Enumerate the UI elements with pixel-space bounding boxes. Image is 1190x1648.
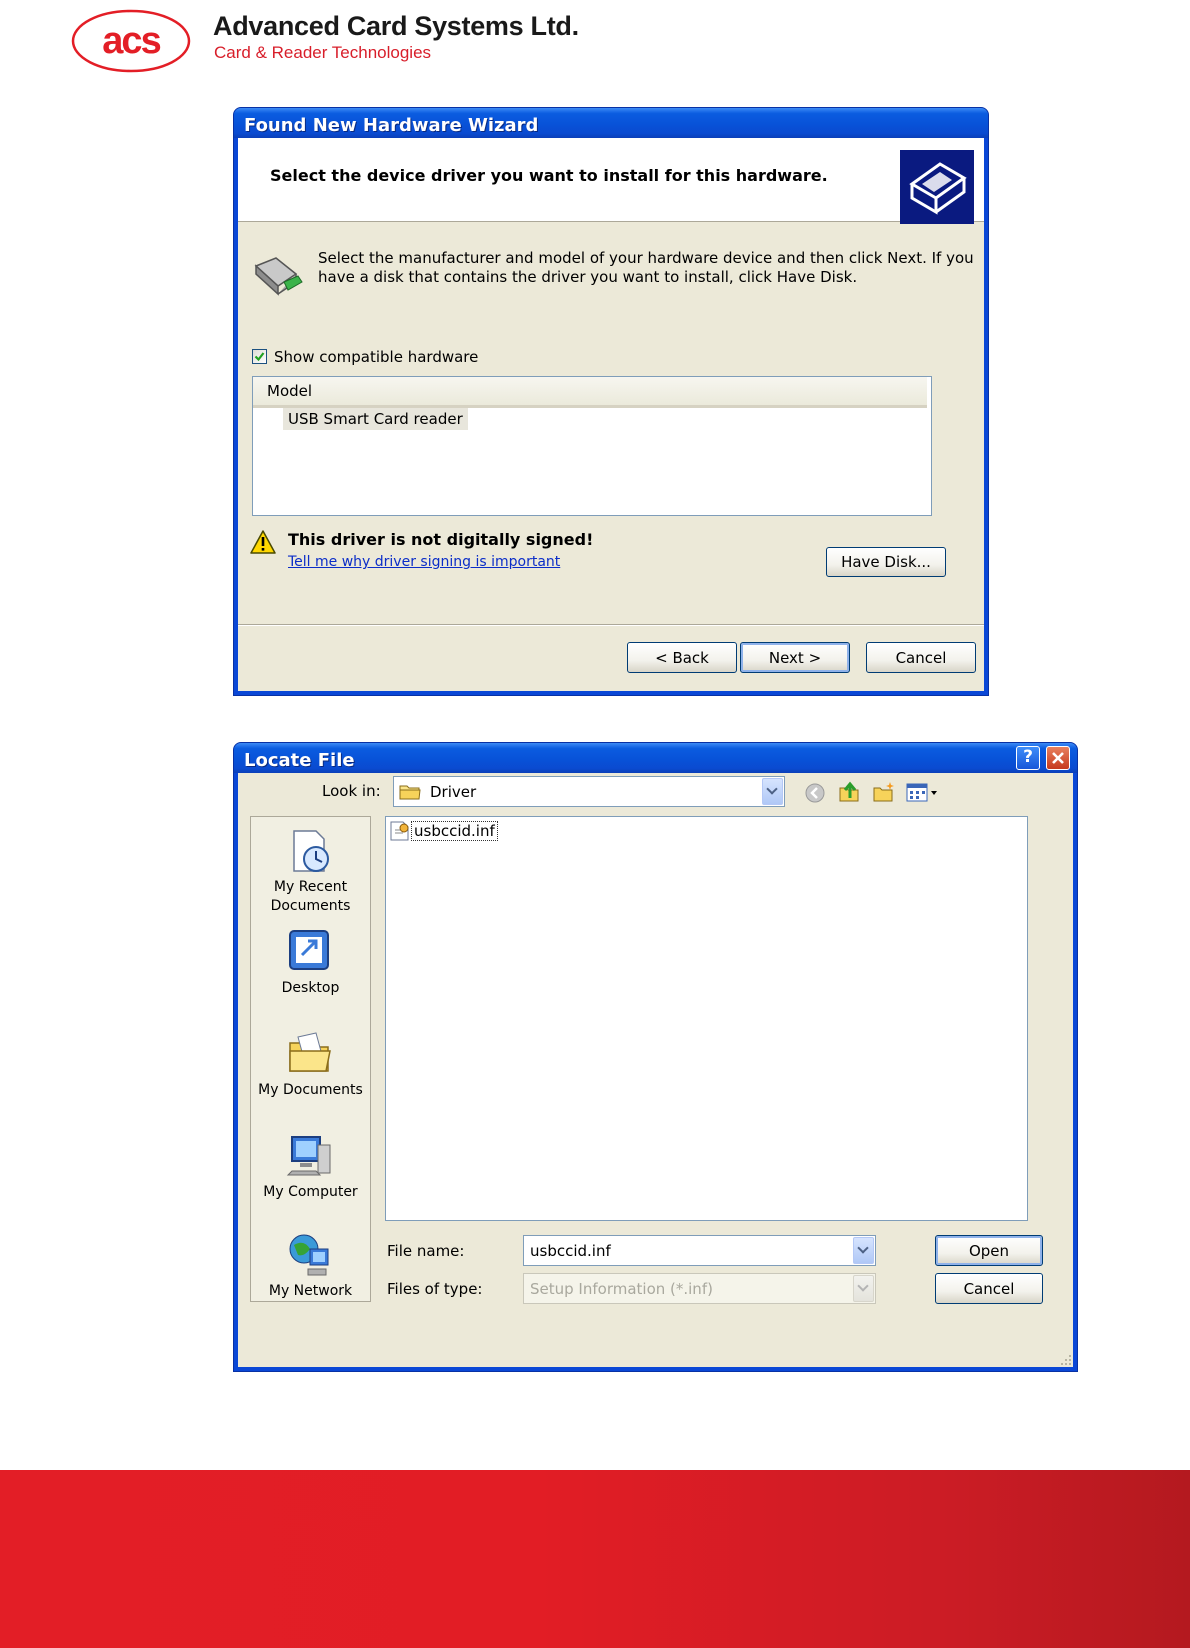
wizard-client-area: Select the device driver you want to ins… — [238, 138, 984, 691]
model-header-label: Model — [267, 382, 313, 400]
new-folder-icon[interactable] — [872, 780, 896, 804]
instruction-line-2: have a disk that contains the driver you… — [318, 268, 858, 286]
my-network-icon — [289, 1234, 329, 1276]
driver-signing-link[interactable]: Tell me why driver signing is important — [288, 554, 560, 570]
wizard-divider — [238, 624, 984, 626]
cancel-button[interactable]: Cancel — [866, 642, 976, 673]
instruction-line-1: Select the manufacturer and model of you… — [318, 249, 974, 267]
place-label-line-2: Documents — [270, 898, 351, 914]
place-desktop[interactable]: Desktop — [251, 925, 370, 1015]
next-button[interactable]: Next > — [740, 642, 850, 673]
company-name: Advanced Card Systems Ltd. — [213, 11, 579, 41]
place-label-line-1: My Network — [268, 1283, 353, 1299]
place-label-line-1: Desktop — [281, 980, 340, 996]
file-type-value: Setup Information (*.inf) — [530, 1280, 713, 1298]
places-bar: My Recent Documents Desktop My Documents… — [250, 816, 371, 1302]
file-type-dropdown-arrow — [853, 1275, 874, 1302]
locate-file-window: Locate File ? Look in: Driver My Recent … — [233, 742, 1078, 1372]
file-name-label: usbccid.inf — [411, 821, 498, 841]
wizard-title-bar[interactable]: Found New Hardware Wizard — [234, 108, 988, 138]
place-label-line-1: My Documents — [258, 1082, 363, 1098]
warning-text: This driver is not digitally signed! — [288, 530, 594, 549]
look-in-combo[interactable]: Driver — [393, 776, 785, 807]
views-menu-icon[interactable] — [906, 782, 940, 804]
found-new-hardware-wizard-window: Found New Hardware Wizard Select the dev… — [233, 107, 989, 696]
locate-title-bar[interactable]: Locate File ? — [234, 743, 1077, 773]
model-item-selected[interactable]: USB Smart Card reader — [283, 408, 468, 430]
recent-documents-icon — [293, 830, 329, 872]
help-icon: ? — [1023, 747, 1033, 767]
look-in-value: Driver — [430, 783, 477, 801]
resize-grip-icon[interactable] — [1058, 1352, 1072, 1366]
look-in-label: Look in: — [322, 782, 381, 800]
footer-band — [0, 1470, 1190, 1648]
company-tagline: Card & Reader Technologies — [214, 43, 432, 62]
up-folder-icon[interactable] — [838, 780, 862, 804]
help-button[interactable]: ? — [1016, 746, 1040, 770]
place-label-line-1: My Recent — [273, 879, 348, 895]
my-computer-icon — [286, 1136, 331, 1176]
svg-text:acs: acs — [102, 20, 160, 62]
checkbox-check-icon — [254, 352, 265, 362]
hardware-icon — [900, 150, 974, 224]
place-my-recent-documents[interactable]: My Recent Documents — [251, 823, 370, 919]
file-list[interactable]: usbccid.inf — [385, 816, 1028, 1221]
locate-title: Locate File — [244, 750, 355, 771]
model-column-header[interactable]: Model — [253, 377, 927, 408]
close-button[interactable] — [1046, 746, 1070, 770]
model-list[interactable]: Model USB Smart Card reader — [252, 376, 932, 516]
warning-icon — [250, 530, 276, 554]
locate-client-area: Look in: Driver My Recent Documents Desk… — [238, 773, 1073, 1367]
model-item-label: USB Smart Card reader — [288, 410, 463, 428]
card-reader-icon — [254, 257, 303, 296]
place-my-network[interactable]: My Network — [251, 1231, 370, 1301]
open-button[interactable]: Open — [935, 1235, 1043, 1266]
show-compatible-checkbox[interactable] — [252, 349, 267, 364]
wizard-title: Found New Hardware Wizard — [244, 115, 539, 136]
file-type-combo: Setup Information (*.inf) — [523, 1273, 876, 1304]
folder-icon — [399, 785, 421, 800]
my-documents-icon — [289, 1032, 331, 1072]
file-name-value: usbccid.inf — [530, 1242, 611, 1260]
file-name-label: File name: — [387, 1242, 465, 1260]
cancel-button[interactable]: Cancel — [935, 1273, 1043, 1304]
close-icon — [1052, 752, 1064, 764]
back-button[interactable]: < Back — [627, 642, 737, 673]
look-in-dropdown-arrow[interactable] — [762, 778, 783, 805]
have-disk-button[interactable]: Have Disk... — [826, 547, 946, 577]
desktop-icon — [289, 930, 329, 970]
file-name-combo[interactable]: usbccid.inf — [523, 1235, 876, 1266]
file-type-label: Files of type: — [387, 1280, 483, 1298]
file-name-dropdown-arrow[interactable] — [853, 1237, 874, 1264]
place-my-documents[interactable]: My Documents — [251, 1027, 370, 1117]
acs-logo: acs — [71, 9, 191, 73]
wizard-heading: Select the device driver you want to ins… — [270, 166, 828, 185]
show-compatible-label[interactable]: Show compatible hardware — [274, 348, 478, 366]
place-label-line-1: My Computer — [263, 1184, 358, 1200]
place-my-computer[interactable]: My Computer — [251, 1129, 370, 1219]
back-icon[interactable] — [804, 782, 826, 804]
inf-file-icon — [390, 821, 409, 841]
